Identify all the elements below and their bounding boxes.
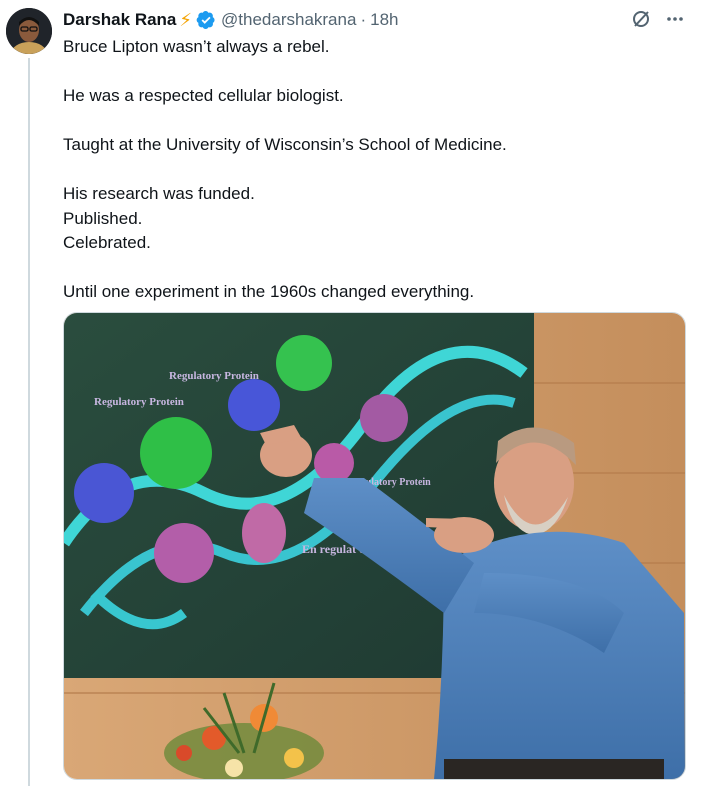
tweet-line: He was a respected cellular biologist. [63,86,344,105]
tweet-photo[interactable]: Regulatory Protein Regulatory Protein Re… [63,312,686,780]
more-options-button[interactable] [664,8,686,30]
tweet-line: Until one experiment in the 1960s change… [63,282,475,301]
tweet-line: Taught at the University of Wisconsin’s … [63,135,507,154]
slash-circle-icon[interactable] [630,8,652,30]
avatar[interactable] [6,8,52,54]
tweet-header: Darshak Rana ⚡ @thedarshakrana · 18h [63,8,398,32]
tweet-line: His research was funded. [63,184,255,203]
lightning-emoji-icon: ⚡ [179,9,193,30]
tweet-text: Bruce Lipton wasn’t always a rebel. He w… [63,35,683,305]
slide-label: Regulatory Protein [94,396,184,408]
timestamp[interactable]: 18h [370,10,398,30]
author-handle[interactable]: @thedarshakrana [221,10,356,30]
author-name[interactable]: Darshak Rana [63,10,176,30]
tweet-line: Celebrated. [63,233,151,252]
tweet-line: Bruce Lipton wasn’t always a rebel. [63,37,330,56]
separator-dot: · [360,10,367,29]
header-actions [630,8,686,30]
more-dots-icon [667,17,683,21]
thread-line [28,58,30,786]
verified-badge-icon [196,10,216,30]
tweet-line: Published. [63,208,143,228]
slide-label: Regulatory Protein [169,370,259,382]
